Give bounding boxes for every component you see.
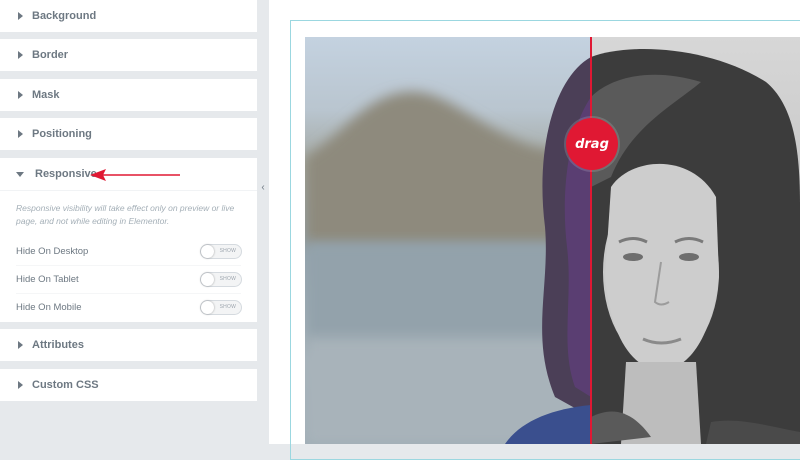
- section-custom-css[interactable]: Custom CSS: [0, 369, 257, 401]
- hide-on-mobile-toggle[interactable]: SHOW: [200, 300, 242, 315]
- hide-on-desktop-toggle[interactable]: SHOW: [200, 244, 242, 259]
- after-image: [591, 37, 800, 444]
- toggle-text: SHOW: [219, 248, 236, 254]
- caret-right-icon: [18, 341, 23, 349]
- section-title: Border: [32, 49, 69, 61]
- caret-down-icon: [16, 171, 24, 177]
- section-background[interactable]: Background: [0, 0, 257, 32]
- toggle-text: SHOW: [219, 304, 236, 310]
- section-header[interactable]: Positioning: [0, 118, 257, 150]
- hide-on-tablet-toggle[interactable]: SHOW: [200, 272, 242, 287]
- section-header[interactable]: Background: [0, 0, 257, 32]
- settings-panel: Background Border Mask Positioning Respo…: [0, 0, 257, 444]
- toggle-text: SHOW: [219, 276, 236, 282]
- section-border[interactable]: Border: [0, 39, 257, 71]
- panel-collapse-handle[interactable]: ‹: [257, 170, 269, 205]
- section-title: Mask: [32, 89, 60, 101]
- section-header[interactable]: Border: [0, 39, 257, 71]
- before-image: [305, 37, 591, 444]
- drag-label: drag: [575, 136, 609, 152]
- caret-right-icon: [18, 381, 23, 389]
- section-title: Custom CSS: [32, 379, 99, 391]
- responsive-note: Responsive visibility will take effect o…: [16, 203, 235, 226]
- caret-right-icon: [18, 91, 23, 99]
- section-positioning[interactable]: Positioning: [0, 118, 257, 150]
- row-label: Hide On Mobile: [16, 302, 82, 313]
- drag-handle-button[interactable]: drag: [566, 118, 618, 170]
- section-responsive: Responsive Responsive visibility will ta…: [0, 158, 257, 322]
- after-photo-illustration: [591, 49, 800, 444]
- section-header[interactable]: Attributes: [0, 329, 257, 361]
- section-header[interactable]: Mask: [0, 79, 257, 111]
- section-title: Positioning: [32, 128, 92, 140]
- image-comparison[interactable]: [305, 37, 800, 444]
- hide-on-desktop-row: Hide On Desktop SHOW: [16, 238, 242, 266]
- section-title: Background: [32, 10, 97, 22]
- section-header[interactable]: Custom CSS: [0, 369, 257, 401]
- responsive-body: Responsive visibility will take effect o…: [0, 190, 257, 321]
- toggle-knob: [201, 245, 214, 258]
- section-title: Responsive: [35, 168, 97, 180]
- toggle-knob: [201, 301, 214, 314]
- section-mask[interactable]: Mask: [0, 79, 257, 111]
- hide-on-mobile-row: Hide On Mobile SHOW: [16, 294, 242, 321]
- caret-right-icon: [18, 130, 23, 138]
- row-label: Hide On Desktop: [16, 246, 89, 257]
- caret-right-icon: [18, 51, 23, 59]
- section-attributes[interactable]: Attributes: [0, 329, 257, 361]
- red-arrow-icon: [90, 169, 180, 181]
- caret-right-icon: [18, 12, 23, 20]
- toggle-knob: [201, 273, 214, 286]
- row-label: Hide On Tablet: [16, 274, 79, 285]
- before-photo-illustration: [305, 57, 591, 444]
- section-title: Attributes: [32, 339, 84, 351]
- chevron-left-icon: ‹: [261, 182, 265, 193]
- comparison-divider[interactable]: [590, 37, 592, 444]
- hide-on-tablet-row: Hide On Tablet SHOW: [16, 266, 242, 294]
